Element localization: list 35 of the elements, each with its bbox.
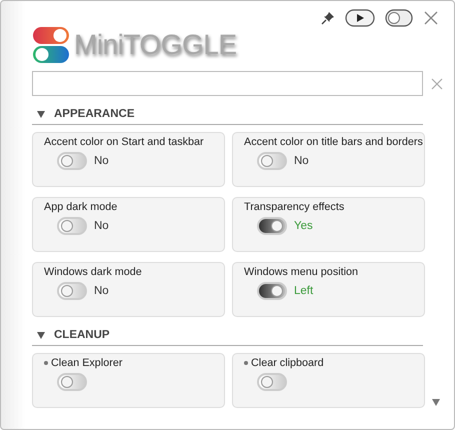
toggle-switch[interactable]	[57, 282, 87, 300]
close-icon[interactable]	[423, 10, 439, 26]
setting-label: Clean Explorer	[44, 357, 122, 369]
toggle-switch[interactable]	[257, 282, 287, 300]
toggle-logo-icon	[32, 26, 70, 64]
setting-value: No	[94, 155, 109, 167]
toggle-switch[interactable]	[57, 152, 87, 170]
pin-icon[interactable]	[321, 11, 335, 25]
setting-value: Yes	[294, 220, 313, 232]
play-button-icon[interactable]	[345, 9, 375, 27]
search-field[interactable]	[32, 71, 424, 96]
setting-label: Windows menu position	[244, 266, 358, 278]
clear-icon[interactable]	[431, 78, 443, 90]
setting-label: Accent color on title bars and borders	[244, 136, 423, 148]
toggle-switch[interactable]	[57, 217, 87, 235]
collapse-arrow-icon[interactable]	[36, 110, 46, 118]
setting-label: App dark mode	[44, 201, 118, 213]
setting-label: Transparency effects	[244, 201, 344, 213]
setting-value: No	[94, 220, 109, 232]
setting-value: No	[294, 155, 309, 167]
toggle-switch[interactable]	[257, 152, 287, 170]
toggle-switch[interactable]	[57, 373, 87, 391]
app-title: MiniTOGGLE	[74, 29, 237, 61]
section-title: APPEARANCE	[54, 108, 135, 120]
toggle-switch[interactable]	[257, 373, 287, 391]
collapse-arrow-icon[interactable]	[36, 330, 46, 340]
setting-value: No	[94, 285, 109, 297]
toggle-switch[interactable]	[257, 217, 287, 235]
setting-label: Clear clipboard	[244, 357, 324, 369]
section-title: CLEANUP	[54, 329, 110, 341]
setting-value: Left	[294, 285, 314, 297]
scroll-down-arrow-icon[interactable]	[431, 398, 441, 407]
toggle-icon[interactable]	[385, 9, 413, 27]
setting-label: Windows dark mode	[44, 266, 142, 278]
setting-label: Accent color on Start and taskbar	[44, 136, 204, 148]
